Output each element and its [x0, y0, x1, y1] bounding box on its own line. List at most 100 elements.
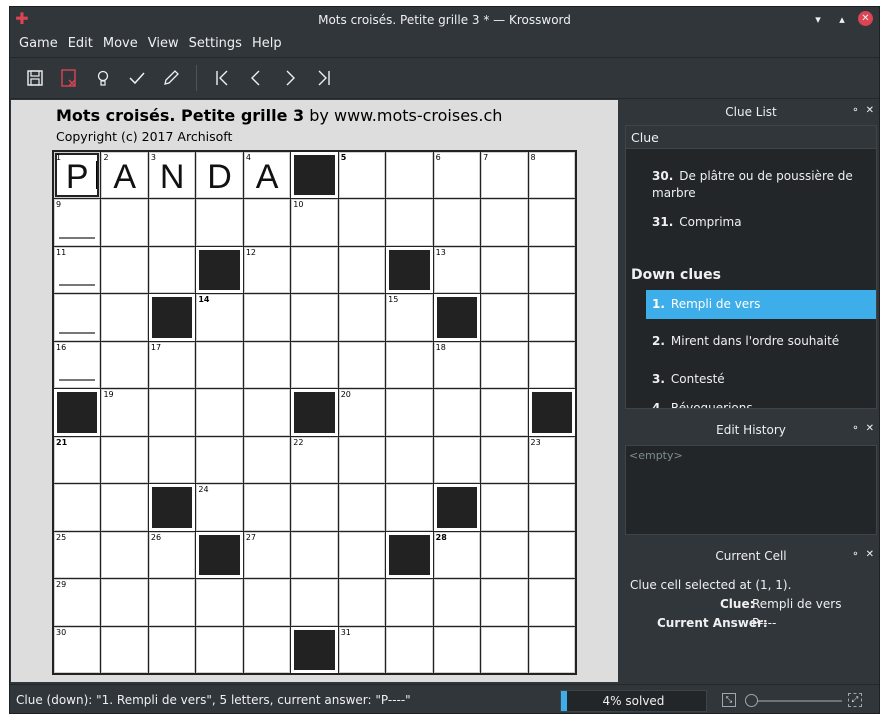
title-bar[interactable]: ✚ Mots croisés. Petite grille 3 * — Kros… — [10, 7, 879, 32]
letter-cell[interactable] — [481, 626, 528, 673]
letter-cell[interactable] — [338, 531, 386, 579]
clue-item-down-2[interactable]: 2. Mirent dans l'ordre souhaité — [646, 333, 876, 350]
letter-cell[interactable]: 12 — [243, 246, 291, 294]
letter-cell[interactable]: 30 — [54, 626, 101, 673]
letter-cell[interactable] — [433, 199, 481, 246]
letter-cell[interactable] — [386, 389, 433, 436]
zoom-slider-handle[interactable] — [744, 694, 758, 707]
letter-cell[interactable] — [101, 484, 148, 531]
letter-cell[interactable]: 20 — [338, 389, 386, 436]
letter-cell[interactable] — [481, 531, 528, 579]
menu-game[interactable]: Game — [14, 36, 63, 51]
letter-cell[interactable] — [291, 246, 338, 294]
letter-cell[interactable]: 11 — [54, 246, 101, 294]
letter-cell[interactable]: 15 — [386, 294, 433, 341]
menu-move[interactable]: Move — [98, 36, 143, 51]
letter-cell[interactable] — [291, 484, 338, 531]
letter-cell[interactable] — [243, 579, 291, 626]
letter-cell[interactable] — [148, 199, 196, 246]
letter-cell[interactable] — [528, 246, 575, 294]
hint-lightbulb-icon[interactable] — [86, 61, 120, 95]
letter-cell[interactable] — [291, 294, 338, 341]
letter-cell[interactable] — [148, 389, 196, 436]
zoom-fit-icon[interactable]: ⤡ — [722, 693, 736, 707]
previous-clue-icon[interactable] — [239, 61, 273, 95]
letter-cell[interactable] — [101, 246, 148, 294]
letter-cell[interactable]: 16 — [54, 341, 101, 389]
letter-cell[interactable] — [101, 579, 148, 626]
close-dock-icon[interactable]: ✕ — [866, 105, 874, 116]
letter-cell[interactable] — [386, 199, 433, 246]
save-icon[interactable] — [18, 61, 52, 95]
letter-cell[interactable] — [243, 436, 291, 484]
clue-column-header[interactable]: Clue — [626, 126, 876, 149]
letter-cell[interactable] — [291, 341, 338, 389]
letter-cell[interactable]: 26 — [148, 531, 196, 579]
letter-cell[interactable] — [481, 436, 528, 484]
krossword-app-icon[interactable]: ✚ — [14, 11, 30, 27]
letter-cell[interactable] — [338, 199, 386, 246]
letter-cell[interactable] — [196, 199, 243, 246]
down-clues-header[interactable]: Down clues — [631, 267, 721, 283]
letter-cell[interactable] — [101, 294, 148, 341]
clue-item-across-30[interactable]: 30. De plâtre ou de poussière de marbre — [646, 168, 876, 202]
letter-cell[interactable] — [148, 436, 196, 484]
letter-cell[interactable]: 1P — [54, 152, 101, 199]
letter-cell[interactable]: 31 — [338, 626, 386, 673]
letter-cell[interactable] — [528, 484, 575, 531]
menu-edit[interactable]: Edit — [63, 36, 98, 51]
clue-list[interactable]: Clue 30. De plâtre ou de poussière de mar… — [625, 125, 877, 409]
close-dock-icon[interactable]: ✕ — [866, 423, 874, 434]
letter-cell[interactable] — [481, 579, 528, 626]
first-clue-icon[interactable] — [205, 61, 239, 95]
letter-cell[interactable]: 9 — [54, 199, 101, 246]
letter-cell[interactable]: 28 — [433, 531, 481, 579]
letter-cell[interactable]: 13 — [433, 246, 481, 294]
letter-cell[interactable] — [54, 294, 101, 341]
letter-cell[interactable] — [54, 484, 101, 531]
letter-cell[interactable] — [338, 484, 386, 531]
letter-cell[interactable]: 14 — [196, 294, 243, 341]
crossword-canvas[interactable]: Mots croisés. Petite grille 3 by www.mot… — [11, 100, 618, 682]
letter-cell[interactable]: 8 — [528, 152, 575, 199]
letter-cell[interactable] — [481, 389, 528, 436]
letter-cell[interactable]: 24 — [196, 484, 243, 531]
letter-cell[interactable] — [481, 294, 528, 341]
clue-item-down-4[interactable]: 4. Révoquerions — [646, 400, 876, 408]
letter-cell[interactable] — [481, 484, 528, 531]
letter-cell[interactable] — [243, 626, 291, 673]
letter-cell[interactable]: 22 — [291, 436, 338, 484]
close-window-icon[interactable]: ✕ — [858, 11, 873, 26]
letter-cell[interactable] — [338, 436, 386, 484]
close-dock-icon[interactable]: ✕ — [866, 549, 874, 560]
letter-cell[interactable] — [433, 389, 481, 436]
letter-cell[interactable] — [243, 341, 291, 389]
letter-cell[interactable]: 23 — [528, 436, 575, 484]
minimize-icon[interactable]: ▾ — [810, 11, 826, 27]
letter-cell[interactable] — [528, 579, 575, 626]
letter-cell[interactable] — [196, 389, 243, 436]
letter-cell[interactable] — [338, 246, 386, 294]
letter-cell[interactable] — [338, 341, 386, 389]
letter-cell[interactable]: 25 — [54, 531, 101, 579]
letter-cell[interactable] — [528, 531, 575, 579]
letter-cell[interactable]: 6 — [433, 152, 481, 199]
letter-cell[interactable] — [433, 626, 481, 673]
letter-cell[interactable]: 19 — [101, 389, 148, 436]
letter-cell[interactable] — [481, 341, 528, 389]
letter-cell[interactable] — [148, 246, 196, 294]
letter-cell[interactable] — [101, 341, 148, 389]
letter-cell[interactable] — [243, 199, 291, 246]
letter-cell[interactable] — [243, 484, 291, 531]
letter-cell[interactable] — [528, 199, 575, 246]
letter-cell[interactable]: 27 — [243, 531, 291, 579]
letter-cell[interactable] — [386, 484, 433, 531]
zoom-slider-track[interactable] — [746, 700, 842, 702]
letter-cell[interactable] — [291, 531, 338, 579]
letter-cell[interactable] — [338, 579, 386, 626]
pencil-icon[interactable] — [154, 61, 188, 95]
letter-cell[interactable]: D — [196, 152, 243, 199]
menu-help[interactable]: Help — [247, 36, 287, 51]
clue-item-down-3[interactable]: 3. Contesté — [646, 371, 876, 388]
letter-cell[interactable] — [148, 579, 196, 626]
